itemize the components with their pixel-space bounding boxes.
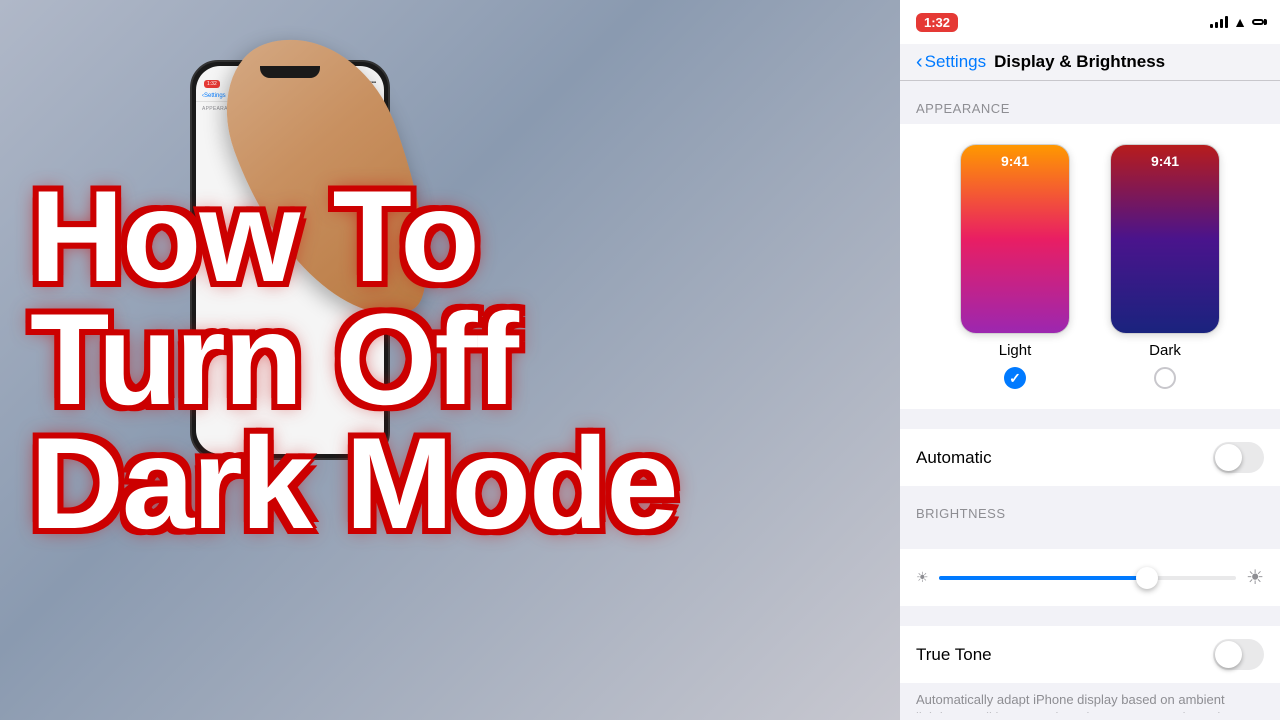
- dark-mode-card[interactable]: 9:41 Dark: [1110, 144, 1220, 389]
- bg-status-time: 1:32: [204, 80, 220, 88]
- brightness-section: ☀ ☀: [900, 549, 1280, 606]
- back-chevron-icon: ‹: [916, 52, 923, 72]
- true-tone-group: True Tone: [900, 626, 1280, 683]
- status-bar: 1:32 ▲: [900, 0, 1280, 44]
- back-label: Settings: [925, 52, 986, 72]
- back-button[interactable]: ‹ Settings: [916, 52, 986, 72]
- nav-bar: ‹ Settings Display & Brightness: [900, 44, 1280, 81]
- hand-overlay: [250, 30, 450, 380]
- automatic-label: Automatic: [916, 448, 992, 468]
- content-area: APPEARANCE 9:41 Light 9:41 Dark: [900, 81, 1280, 713]
- title-how-to: How To: [30, 175, 870, 299]
- brightness-section-header: BRIGHTNESS: [900, 486, 1280, 529]
- brightness-fill: [939, 576, 1147, 580]
- light-mode-time: 9:41: [961, 153, 1069, 169]
- video-thumbnail: 1:32 ▪▪▪ ‹ Settings Display & Brightness…: [0, 0, 900, 720]
- dark-mode-time: 9:41: [1111, 153, 1219, 169]
- automatic-toggle[interactable]: [1213, 442, 1264, 473]
- dark-mode-preview: 9:41: [1110, 144, 1220, 334]
- light-mode-preview: 9:41: [960, 144, 1070, 334]
- status-icons: ▲: [1210, 14, 1264, 30]
- automatic-row: Automatic: [900, 429, 1280, 486]
- dark-mode-radio[interactable]: [1154, 367, 1176, 389]
- title-turn-off: Turn Off: [30, 298, 870, 422]
- brightness-high-icon: ☀: [1246, 565, 1264, 590]
- automatic-toggle-thumb: [1215, 444, 1242, 471]
- brightness-thumb: [1136, 567, 1158, 589]
- true-tone-description: Automatically adapt iPhone display based…: [900, 683, 1280, 713]
- settings-panel: 1:32 ▲ ‹ Settings Display & Brightness A…: [900, 0, 1280, 720]
- true-tone-toggle-thumb: [1215, 641, 1242, 668]
- title-dark-mode: Dark Mode: [30, 422, 870, 546]
- wifi-icon: ▲: [1233, 14, 1247, 30]
- true-tone-toggle[interactable]: [1213, 639, 1264, 670]
- light-mode-radio[interactable]: [1004, 367, 1026, 389]
- appearance-section-header: APPEARANCE: [900, 81, 1280, 124]
- true-tone-row: True Tone: [900, 626, 1280, 683]
- dark-mode-label: Dark: [1149, 342, 1181, 359]
- bg-back-label: Settings: [204, 93, 226, 99]
- nav-title: Display & Brightness: [994, 52, 1165, 72]
- overlay-text-container: How To Turn Off Dark Mode: [0, 0, 900, 720]
- brightness-row: ☀ ☀: [916, 565, 1264, 590]
- brightness-low-icon: ☀: [916, 569, 929, 586]
- status-time: 1:32: [916, 13, 958, 32]
- true-tone-label: True Tone: [916, 645, 992, 665]
- appearance-section: 9:41 Light 9:41 Dark: [900, 124, 1280, 409]
- battery-icon: [1252, 19, 1264, 25]
- automatic-group: Automatic: [900, 429, 1280, 486]
- brightness-slider[interactable]: [939, 576, 1237, 580]
- signal-icon: [1210, 16, 1228, 28]
- light-mode-card[interactable]: 9:41 Light: [960, 144, 1070, 389]
- light-mode-label: Light: [999, 342, 1032, 359]
